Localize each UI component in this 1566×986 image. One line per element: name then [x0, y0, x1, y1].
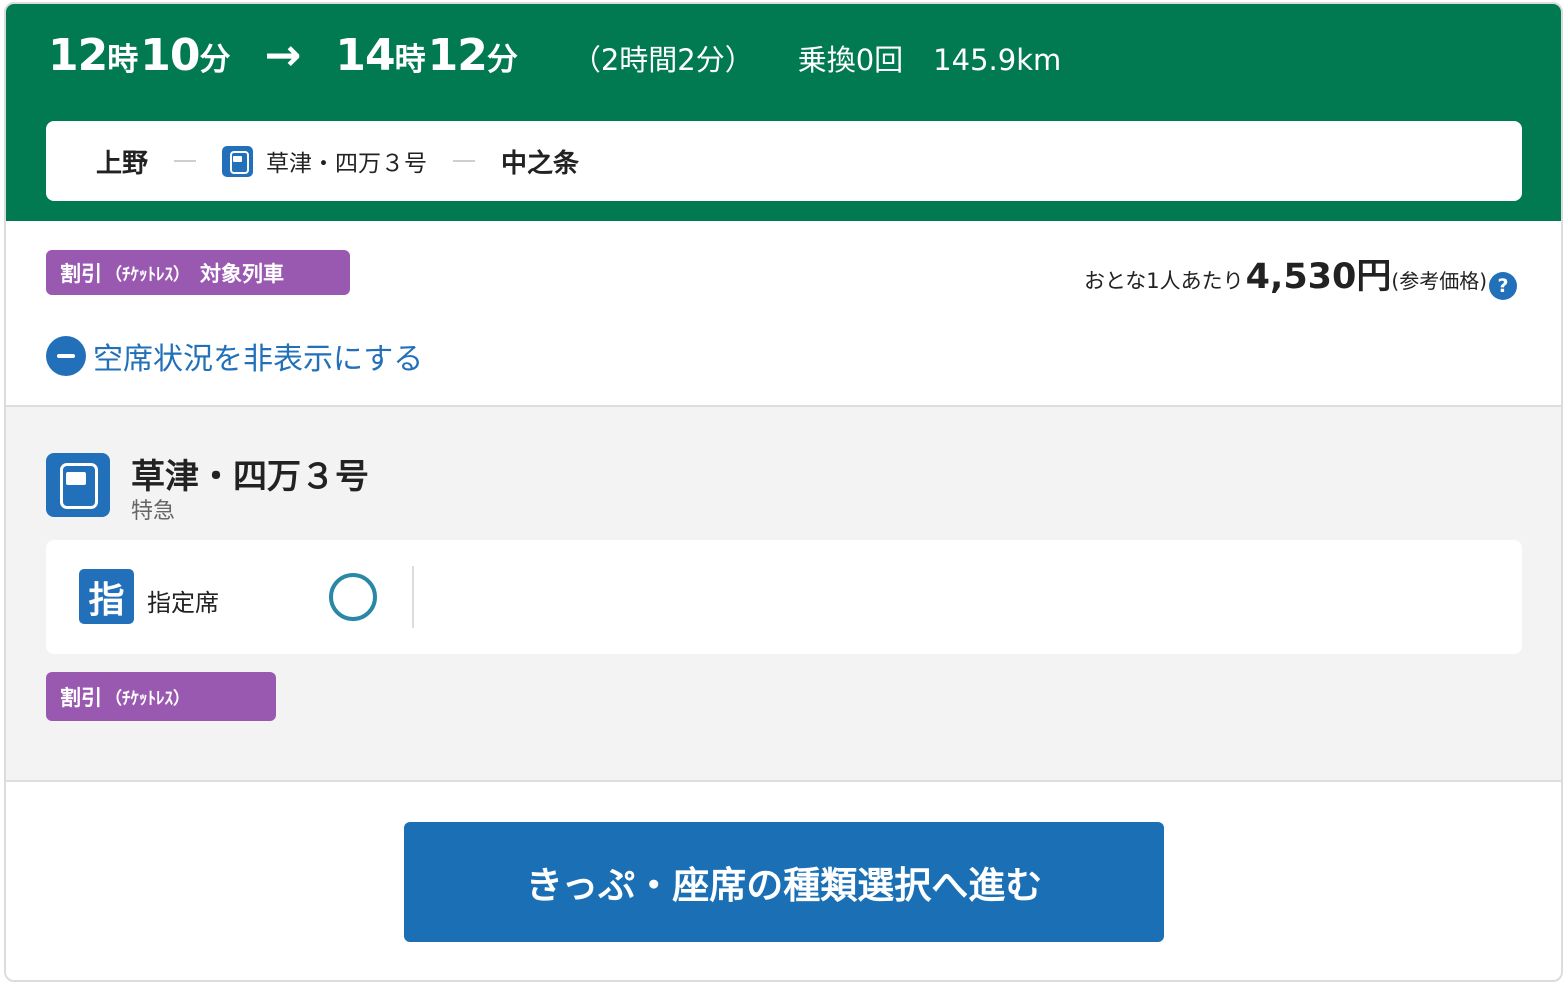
origin-station: 上野: [96, 148, 149, 179]
seat-availability-row: 指 指定席: [46, 540, 1522, 654]
reserved-seat-icon: 指: [79, 569, 134, 624]
arrive-hour-unit: 時: [394, 42, 426, 78]
route-bar: 上野 草津・四万３号 中之条: [46, 121, 1522, 201]
arrow-icon: →: [264, 30, 302, 81]
distance: 145.9km: [933, 43, 1062, 77]
price-label: おとな1人あたり: [1083, 269, 1244, 293]
price-value: 4,530円: [1245, 257, 1392, 297]
train-type: 特急: [131, 499, 176, 524]
train-icon: [222, 145, 254, 177]
availability-panel: 草津・四万３号 特急 指 指定席: [6, 405, 1561, 782]
duration: （2時間2分）: [571, 43, 754, 77]
arrive-minute: 12: [427, 30, 488, 81]
ticketless-label: （ﾁｹｯﾄﾚｽ）: [105, 689, 190, 709]
help-icon[interactable]: ?: [1489, 272, 1517, 300]
result-header: 12 時 10 分 → 14 時 12 分 （2時間2分） 乗換0回 145.9km 上野 …: [6, 4, 1561, 221]
discount-label: 割引: [60, 261, 102, 286]
discount-badge: 割引 （ﾁｹｯﾄﾚｽ）: [46, 672, 276, 721]
train-name: 草津・四万３号: [131, 457, 369, 497]
price-info: おとな1人あたり 4,530円 (参考価格) ?: [1083, 248, 1517, 300]
transfer-count: 乗換0回: [797, 43, 904, 77]
ticketless-label: （ﾁｹｯﾄﾚｽ）: [105, 265, 190, 285]
time-summary: 12 時 10 分 → 14 時 12 分 （2時間2分） 乗換0回 145.9km: [48, 30, 1061, 96]
depart-minute-unit: 分: [199, 42, 231, 78]
discount-target-badge: 割引 （ﾁｹｯﾄﾚｽ） 対象列車: [46, 250, 350, 295]
discount-label: 割引: [60, 685, 102, 710]
train-icon: [46, 453, 110, 517]
depart-minute: 10: [140, 30, 200, 81]
destination-station: 中之条: [501, 148, 580, 179]
seat-divider: [412, 566, 414, 628]
proceed-to-ticket-selection-button[interactable]: きっぷ・座席の種類選択へ進む: [404, 822, 1164, 942]
depart-hour-unit: 時: [107, 42, 139, 78]
arrive-minute-unit: 分: [486, 42, 518, 78]
route-divider: [174, 160, 197, 162]
route-train-name: 草津・四万３号: [266, 151, 428, 177]
depart-hour: 12: [48, 30, 108, 81]
seat-class-label: 指定席: [147, 589, 219, 617]
minus-circle-icon: [46, 336, 86, 376]
hide-availability-label: 空席状況を非表示にする: [93, 342, 424, 377]
arrive-hour: 14: [335, 30, 395, 81]
hide-availability-toggle[interactable]: 空席状況を非表示にする: [46, 334, 423, 378]
available-circle-icon: [329, 573, 377, 621]
route-result-card: 12 時 10 分 → 14 時 12 分 （2時間2分） 乗換0回 145.9km 上野 …: [4, 2, 1563, 982]
price-note: (参考価格): [1391, 269, 1487, 293]
target-train-label: 対象列車: [200, 261, 284, 286]
route-divider: [453, 160, 476, 162]
route-train: 草津・四万３号: [222, 144, 427, 178]
